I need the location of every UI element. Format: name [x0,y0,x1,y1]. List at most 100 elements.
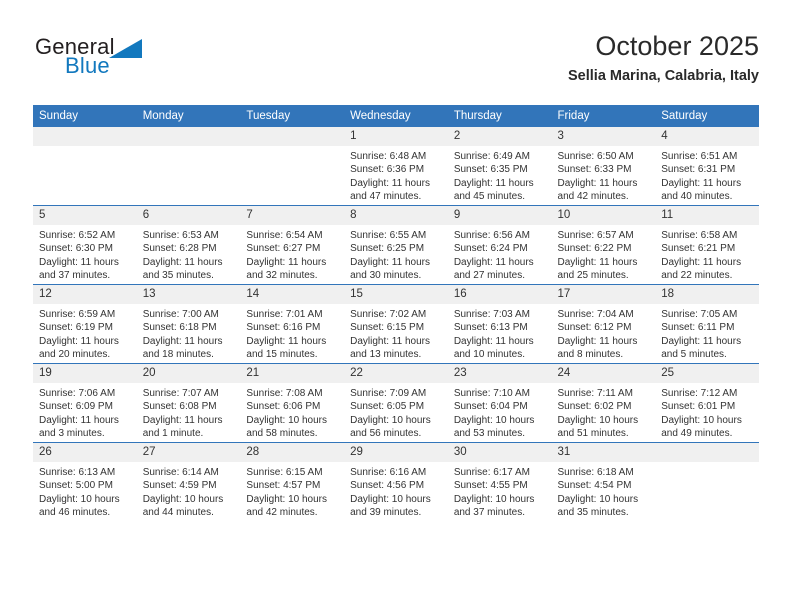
sunrise-time: Sunrise: 6:54 AM [246,230,323,241]
sunrise-time: Sunrise: 6:55 AM [350,230,427,241]
daylight-duration-line-1: Daylight: 10 hours [557,414,639,426]
calendar-day-cell[interactable]: 11 Sunrise: 6:58 AM Sunset: 6:21 PM Dayligh… [655,205,759,285]
calendar-day-cell[interactable]: 23 Sunrise: 7:10 AM Sunset: 6:04 PM Dayligh… [447,363,552,443]
sunset-time: Sunset: 4:56 PM [350,480,425,492]
calendar-day-cell[interactable]: 28 Sunrise: 6:15 AM Sunset: 4:57 PM Dayligh… [240,442,345,521]
sunset-time: Sunset: 6:06 PM [246,401,321,413]
calendar-day-cell[interactable]: 31 Sunrise: 6:18 AM Sunset: 4:54 PM Dayligh… [551,442,656,521]
daylight-duration-line-2: and 37 minutes. [39,269,111,281]
day-number: 2 [447,127,552,146]
calendar-day-cell[interactable]: 25 Sunrise: 7:12 AM Sunset: 6:01 PM Dayligh… [655,363,759,443]
sunset-time: Sunset: 6:04 PM [453,401,528,413]
sunset-time: Sunset: 6:24 PM [453,243,528,255]
daylight-duration-line-2: and 49 minutes. [661,427,733,439]
daylight-duration-line-2: and 22 minutes. [661,269,733,281]
daylight-duration-line-2: and 32 minutes. [246,269,318,281]
daylight-duration-line-2: and 27 minutes. [453,269,525,281]
calendar-day-cell[interactable]: 29 Sunrise: 6:16 AM Sunset: 4:56 PM Dayligh… [344,442,448,521]
sunset-time: Sunset: 6:18 PM [142,322,217,334]
calendar-day-cell[interactable]: 27 Sunrise: 6:14 AM Sunset: 4:59 PM Dayligh… [136,442,241,521]
calendar-day-cell[interactable]: 5 Sunrise: 6:52 AM Sunset: 6:30 PM Daylight… [33,205,137,285]
daylight-duration-line-2: and 10 minutes. [453,348,525,360]
calendar-day-cell[interactable]: 26 Sunrise: 6:13 AM Sunset: 5:00 PM Dayligh… [33,442,137,521]
sunset-time: Sunset: 6:12 PM [557,322,632,334]
daylight-duration-line-1: Daylight: 10 hours [142,493,224,505]
sunset-time: Sunset: 6:31 PM [661,164,736,176]
daylight-duration-line-1: Daylight: 10 hours [246,493,328,505]
calendar-week-row: 5 Sunrise: 6:52 AM Sunset: 6:30 PM Daylight… [33,205,759,285]
sunset-time: Sunset: 4:57 PM [246,480,321,492]
daylight-duration-line-2: and 51 minutes. [557,427,629,439]
title-block: October 2025 Sellia Marina, Calabria, It… [568,30,759,85]
day-details: Sunrise: 7:10 AM Sunset: 6:04 PM Daylight:… [448,383,552,440]
day-number: 20 [136,364,241,383]
daylight-duration-line-2: and 3 minutes. [39,427,105,439]
sunset-time: Sunset: 6:35 PM [453,164,528,176]
day-number [136,127,241,146]
day-number: 17 [551,285,656,304]
daylight-duration-line-2: and 47 minutes. [350,190,422,202]
daylight-duration-line-1: Daylight: 11 hours [557,177,638,189]
calendar-day-cell[interactable]: 16 Sunrise: 7:03 AM Sunset: 6:13 PM Dayligh… [447,284,552,364]
daylight-duration-line-2: and 56 minutes. [350,427,422,439]
calendar-day-cell[interactable]: 17 Sunrise: 7:04 AM Sunset: 6:12 PM Dayligh… [551,284,656,364]
calendar-day-cell[interactable]: 1 Sunrise: 6:48 AM Sunset: 6:36 PM Daylight… [344,127,448,206]
calendar-day-cell[interactable]: 3 Sunrise: 6:50 AM Sunset: 6:33 PM Daylight… [551,127,656,206]
calendar-day-cell[interactable]: 8 Sunrise: 6:55 AM Sunset: 6:25 PM Daylight… [344,205,448,285]
sunrise-time: Sunrise: 6:18 AM [557,467,634,478]
calendar-day-cell[interactable]: 6 Sunrise: 6:53 AM Sunset: 6:28 PM Daylight… [136,205,241,285]
general-blue-logo[interactable]: General Blue [33,34,213,90]
calendar-day-cell[interactable]: 13 Sunrise: 7:00 AM Sunset: 6:18 PM Dayligh… [136,284,241,364]
day-number: 13 [136,285,241,304]
daylight-duration-line-2: and 37 minutes. [453,506,525,518]
day-details: Sunrise: 6:58 AM Sunset: 6:21 PM Daylight:… [655,225,759,282]
sunrise-time: Sunrise: 6:53 AM [142,230,219,241]
day-number: 11 [655,206,759,225]
logo-text-blue: Blue [65,53,110,78]
daylight-duration-line-2: and 35 minutes. [142,269,214,281]
sunset-time: Sunset: 4:59 PM [142,480,217,492]
daylight-duration-line-1: Daylight: 11 hours [557,256,638,268]
daylight-duration-line-2: and 30 minutes. [350,269,422,281]
day-number: 27 [136,443,241,462]
daylight-duration-line-2: and 58 minutes. [246,427,318,439]
calendar-day-cell[interactable]: 22 Sunrise: 7:09 AM Sunset: 6:05 PM Dayligh… [344,363,448,443]
day-details: Sunrise: 6:15 AM Sunset: 4:57 PM Daylight:… [240,462,344,519]
calendar-day-cell[interactable]: 21 Sunrise: 7:08 AM Sunset: 6:06 PM Dayligh… [240,363,345,443]
calendar-day-cell[interactable]: 19 Sunrise: 7:06 AM Sunset: 6:09 PM Dayligh… [33,363,137,443]
calendar-day-cell[interactable]: 20 Sunrise: 7:07 AM Sunset: 6:08 PM Dayligh… [136,363,241,443]
calendar-day-cell[interactable]: 18 Sunrise: 7:05 AM Sunset: 6:11 PM Dayligh… [655,284,759,364]
calendar-day-cell[interactable]: 30 Sunrise: 6:17 AM Sunset: 4:55 PM Dayligh… [447,442,552,521]
calendar-day-cell[interactable]: 4 Sunrise: 6:51 AM Sunset: 6:31 PM Daylight… [655,127,759,206]
daylight-duration-line-1: Daylight: 11 hours [661,256,742,268]
calendar-day-cell[interactable]: 7 Sunrise: 6:54 AM Sunset: 6:27 PM Daylight… [240,205,345,285]
calendar-day-cell[interactable]: 2 Sunrise: 6:49 AM Sunset: 6:35 PM Daylight… [447,127,552,206]
day-details: Sunrise: 7:09 AM Sunset: 6:05 PM Daylight:… [344,383,448,440]
sunset-time: Sunset: 6:01 PM [661,401,736,413]
day-number: 30 [447,443,552,462]
sunrise-time: Sunrise: 7:04 AM [557,309,634,320]
calendar-day-cell[interactable]: 12 Sunrise: 6:59 AM Sunset: 6:19 PM Dayligh… [33,284,137,364]
weekday-header-tuesday: Tuesday [240,105,345,127]
calendar-day-cell[interactable]: 9 Sunrise: 6:56 AM Sunset: 6:24 PM Daylight… [447,205,552,285]
weekday-header-wednesday: Wednesday [344,105,448,127]
sunset-time: Sunset: 6:28 PM [142,243,217,255]
calendar-day-cell[interactable]: 24 Sunrise: 7:11 AM Sunset: 6:02 PM Dayligh… [551,363,656,443]
day-number: 4 [655,127,759,146]
daylight-duration-line-2: and 8 minutes. [557,348,624,360]
day-details: Sunrise: 6:14 AM Sunset: 4:59 PM Daylight:… [137,462,241,519]
calendar-day-cell[interactable]: 10 Sunrise: 6:57 AM Sunset: 6:22 PM Dayligh… [551,205,656,285]
sunrise-time: Sunrise: 6:49 AM [453,151,530,162]
calendar-day-cell[interactable]: 15 Sunrise: 7:02 AM Sunset: 6:15 PM Dayligh… [344,284,448,364]
sunset-time: Sunset: 6:21 PM [661,243,736,255]
daylight-duration-line-1: Daylight: 11 hours [246,256,327,268]
day-details: Sunrise: 6:59 AM Sunset: 6:19 PM Daylight:… [33,304,137,361]
day-number: 12 [33,285,137,304]
calendar-day-cell[interactable]: 14 Sunrise: 7:01 AM Sunset: 6:16 PM Dayligh… [240,284,345,364]
calendar-week-row: 26 Sunrise: 6:13 AM Sunset: 5:00 PM Dayligh… [33,442,759,521]
daylight-duration-line-2: and 45 minutes. [453,190,525,202]
day-details [33,146,137,150]
daylight-duration-line-2: and 35 minutes. [557,506,629,518]
day-details: Sunrise: 6:54 AM Sunset: 6:27 PM Daylight:… [240,225,344,282]
daylight-duration-line-1: Daylight: 10 hours [453,493,535,505]
